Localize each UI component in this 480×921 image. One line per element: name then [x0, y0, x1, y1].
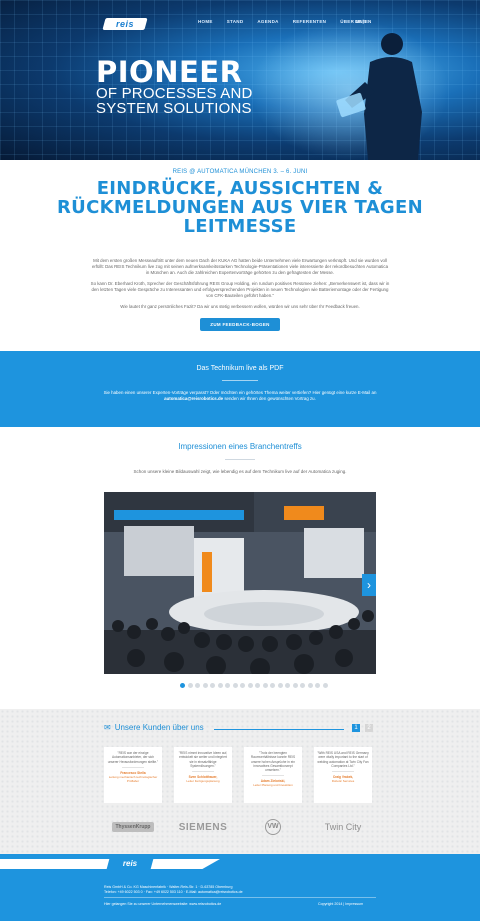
- nav-referenten[interactable]: REFERENTEN: [293, 19, 327, 24]
- customers-title: Unsere Kunden über uns: [114, 723, 204, 732]
- testimonial-list: "REIS war der einzige Automationsanbiete…: [104, 747, 372, 803]
- headline-line-3: LEITMESSE: [183, 216, 297, 237]
- intro-headline: EINDRÜCKE, AUSSICHTEN & RÜCKMELDUNGEN AU…: [0, 179, 480, 236]
- intro-eyebrow: REIS @ AUTOMATICA MÜNCHEN 3. – 6. JUNI: [172, 169, 308, 175]
- slider-dot[interactable]: [202, 683, 208, 688]
- headline-line-1: EINDRÜCKE, AUSSICHTEN &: [96, 178, 384, 199]
- hero-person-image: [336, 33, 422, 160]
- customers-section: ✉ Unsere Kunden über uns 1 2 "REIS war d…: [0, 709, 480, 854]
- testimonial-divider: [192, 771, 214, 773]
- impressions-section: Impressionen eines Branchentreffs Schon …: [0, 427, 480, 709]
- nav-home[interactable]: HOME: [198, 19, 213, 24]
- impressions-divider: [225, 459, 255, 460]
- slider-dot[interactable]: [247, 683, 253, 688]
- nav-stand[interactable]: STAND: [227, 19, 244, 24]
- thyssenkrupp-logo: ThyssenKrupp: [104, 817, 162, 837]
- intro-paragraph-1: Mit dem ersten großen Messeauftritt unte…: [91, 258, 389, 275]
- hero-title: PIONEER OF PROCESSES AND SYSTEM SOLUTION…: [96, 55, 253, 117]
- twin-city-logo: Twin City: [324, 822, 362, 832]
- testimonial-quote: "Trotz der beengten Raumverhältnisse kon…: [250, 751, 296, 773]
- slider-dot[interactable]: [322, 683, 328, 688]
- impressions-text: Schon unsere kleine Bildauswahl zeigt, w…: [133, 469, 347, 474]
- slider-dot[interactable]: [187, 683, 193, 688]
- headline-line-2: RÜCKMELDUNGEN AUS VIER TAGEN: [57, 197, 423, 218]
- customers-heading: ✉ Unsere Kunden über uns: [104, 723, 204, 732]
- feedback-button[interactable]: ZUM FEEDBACK-BOGEN: [200, 318, 280, 331]
- siemens-logo: SIEMENS: [178, 821, 228, 833]
- testimonial-quote: "REIS war der einzige Automationsanbiete…: [107, 751, 159, 764]
- testimonial-role: Leiter Planung und Investition: [253, 783, 293, 788]
- slider-dot[interactable]: [225, 683, 230, 688]
- hero-title-line1: OF PROCESSES AND: [96, 85, 253, 102]
- slider-next-button[interactable]: ›: [362, 574, 376, 596]
- customers-divider: [214, 729, 344, 730]
- slider-dot[interactable]: [240, 683, 245, 688]
- testimonial-quote: "With REIS USA and REIS Germany were vit…: [317, 751, 369, 768]
- slider-dot[interactable]: [262, 683, 268, 688]
- slider-dot[interactable]: [277, 683, 283, 688]
- slider-dot[interactable]: [195, 683, 200, 688]
- slider-dot[interactable]: [292, 683, 298, 688]
- testimonial-role: Robotic Services: [331, 779, 355, 784]
- footer-divider: [104, 897, 376, 898]
- language-switch[interactable]: DE | EN: [355, 19, 371, 24]
- testimonial-role: Leitung mechanisch technologischer Prüfl…: [108, 774, 158, 783]
- footer: reis Reis GmbH & Co. KG Maschinenfabrik …: [0, 854, 480, 921]
- impressions-title: Impressionen eines Branchentreffs: [178, 442, 302, 451]
- pdf-band: Das Technikum live als PDF Sie haben ein…: [0, 351, 480, 427]
- testimonial-card: "REIS nimmt innovative Ideen auf, entwic…: [174, 747, 232, 803]
- slider-dot[interactable]: [255, 683, 260, 688]
- testimonial-divider: [332, 771, 354, 773]
- band-title: Das Technikum live als PDF: [196, 365, 284, 372]
- testimonial-divider: [122, 766, 144, 768]
- testimonial-card: "With REIS USA and REIS Germany were vit…: [314, 747, 372, 803]
- slider-dot[interactable]: [285, 683, 290, 688]
- footer-contact: Telefon: +49 6022 503 0 · Fax: +49 6022 …: [104, 890, 243, 894]
- band-divider: [222, 380, 258, 381]
- customer-logos: ThyssenKrupp SIEMENS VW Twin City: [104, 817, 372, 837]
- slider-dot[interactable]: [210, 683, 215, 688]
- testimonial-card: "Trotz der beengten Raumverhältnisse kon…: [244, 747, 302, 803]
- reis-logo[interactable]: reis: [102, 18, 148, 30]
- slider-dot[interactable]: [270, 683, 275, 688]
- band-text: Sie haben einen unserer Experten-Vorträg…: [90, 390, 390, 402]
- slider-dot[interactable]: [315, 683, 320, 688]
- nav-agenda[interactable]: AGENDA: [257, 19, 278, 24]
- intro-paragraph-2: So kann Dr. Eberhard Kroth, Sprecher der…: [90, 281, 390, 298]
- trade-fair-photo: [104, 492, 376, 674]
- hero-banner: reis HOME STAND AGENDA REFERENTEN ÜBER U…: [0, 0, 480, 160]
- slider-dot[interactable]: [217, 683, 223, 688]
- footer-website-link[interactable]: Hier gelangen Sie zu unserer Unternehmen…: [104, 902, 221, 907]
- testimonial-role: Leiter Fertigungsplanung: [186, 779, 220, 784]
- band-text-pre: Sie haben einen unserer Experten-Vorträg…: [103, 390, 377, 395]
- volkswagen-logo: VW: [244, 817, 302, 837]
- footer-copyright[interactable]: Copyright 2014 | Impressum: [318, 902, 363, 906]
- slider-dot[interactable]: [232, 683, 238, 688]
- footer-reis-logo[interactable]: reis: [106, 859, 154, 869]
- testimonial-page-1[interactable]: 1: [352, 724, 360, 732]
- slider-dots: [180, 683, 328, 688]
- speech-bubble-icon: ✉: [104, 723, 111, 732]
- band-email-link[interactable]: automatica@reisrobotics.de: [164, 396, 223, 401]
- slider-dot[interactable]: [300, 683, 305, 688]
- testimonial-divider: [262, 775, 284, 777]
- testimonial-page-2[interactable]: 2: [365, 724, 373, 732]
- main-nav: HOME STAND AGENDA REFERENTEN ÜBER UNS: [198, 19, 366, 24]
- testimonial-quote: "REIS nimmt innovative Ideen auf, entwic…: [178, 751, 228, 768]
- intro-paragraph-3: Wie lautet Ihr ganz persönliches Fazit? …: [120, 304, 360, 309]
- slider-dot[interactable]: [307, 683, 313, 688]
- hero-title-main: PIONEER: [96, 55, 243, 89]
- testimonial-card: "REIS war der einzige Automationsanbiete…: [104, 747, 162, 803]
- band-text-post: senden wir Ihnen den gewünschten Vortrag…: [224, 396, 316, 401]
- slider-dot[interactable]: [180, 683, 185, 688]
- hero-title-line2: SYSTEM SOLUTIONS: [96, 100, 252, 117]
- intro-section: REIS @ AUTOMATICA MÜNCHEN 3. – 6. JUNI E…: [0, 160, 480, 351]
